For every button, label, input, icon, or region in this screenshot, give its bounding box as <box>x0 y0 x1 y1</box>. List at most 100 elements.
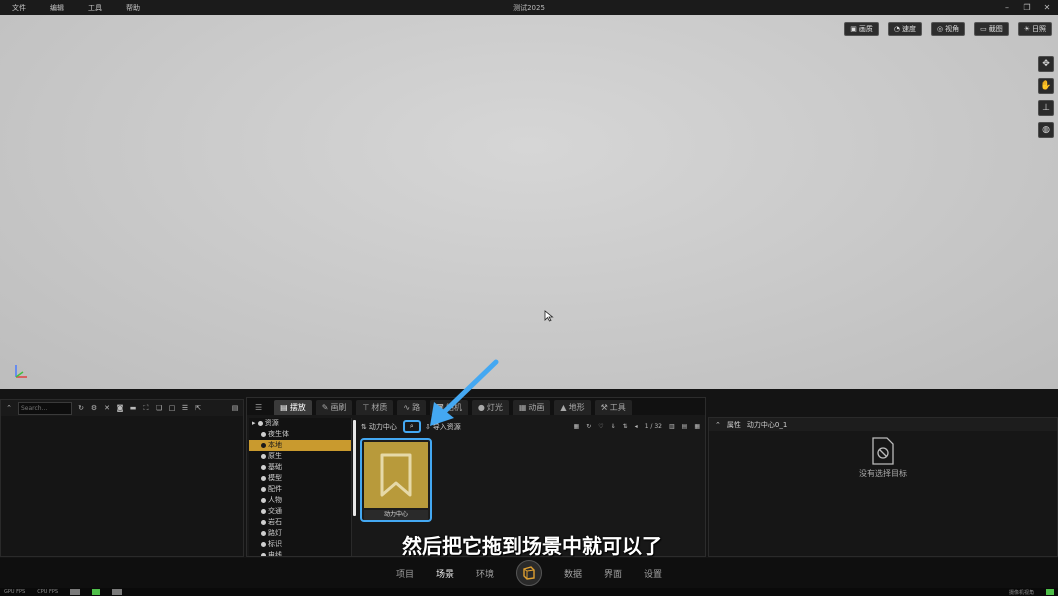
speed-button[interactable]: ◔ 速度 <box>887 22 922 36</box>
tree-item[interactable]: 岩石 <box>249 517 351 528</box>
scene-viewport[interactable]: ▣ 画质 ◔ 速度 ◎ 视角 ▭ 截图 ☀ 日照 ✥ ✋ ⊥ ◍ <box>0 15 1058 389</box>
export-icon[interactable]: ⇱ <box>194 404 202 412</box>
app-logo-button[interactable] <box>516 560 542 586</box>
view-list-icon[interactable]: ▤ <box>682 423 688 430</box>
asset-controls: ▦ ↻ ♡ ⇓ ⇅ ◂ 1 / 32 ▥ ▤ ▦ <box>574 423 704 430</box>
tab-light[interactable]: ● 灯光 <box>471 400 509 415</box>
folder-icon[interactable]: ▬ <box>129 404 137 412</box>
close-icon[interactable]: ✕ <box>103 404 111 412</box>
copy-icon[interactable]: ❏ <box>155 404 163 412</box>
list-icon[interactable]: ☰ <box>181 404 189 412</box>
tab-label: 相机 <box>445 403 462 412</box>
tab-terrain[interactable]: ▲ 地形 <box>554 400 591 415</box>
tab-label: 路 <box>412 403 421 412</box>
category-icon <box>261 508 266 514</box>
cube-logo-icon <box>523 566 535 580</box>
nav-scene[interactable]: 场景 <box>436 567 454 580</box>
axis-gizmo-icon <box>15 365 27 378</box>
tree-scrollbar[interactable] <box>353 420 356 516</box>
category-icon <box>261 431 266 437</box>
settings-icon[interactable]: ⚙ <box>90 404 98 412</box>
outliner-search-input[interactable]: Search... <box>18 401 72 415</box>
tab-label: 材质 <box>371 403 388 412</box>
import-assets-button[interactable]: ⇩ 导入资源 <box>425 422 461 432</box>
nav-settings[interactable]: 设置 <box>644 567 662 580</box>
sort-icon[interactable]: ⇅ <box>623 423 628 430</box>
empty-state-text: 没有选择目标 <box>859 469 907 478</box>
category-icon <box>261 530 266 536</box>
tree-item[interactable]: 路灯 <box>249 528 351 539</box>
tree-item[interactable]: 原生 <box>249 451 351 462</box>
road-icon: ∿ <box>403 403 411 412</box>
tree-item[interactable]: 配件 <box>249 484 351 495</box>
screenshot-button[interactable]: ▭ 截图 <box>974 22 1009 36</box>
nav-interface[interactable]: 界面 <box>604 567 622 580</box>
camera-icon[interactable]: ◙ <box>116 404 124 412</box>
tree-item[interactable]: 基础 <box>249 462 351 473</box>
minimize-icon[interactable]: – <box>1002 3 1012 12</box>
asset-card[interactable]: 动力中心 <box>360 438 432 522</box>
tab-animation[interactable]: ▦ 动画 <box>512 400 551 415</box>
tree-item-label: 夜生体 <box>268 430 289 438</box>
tab-placement[interactable]: ▤ 摆放 <box>274 400 312 415</box>
panel-menu-icon[interactable]: ▤ <box>231 404 239 412</box>
tab-tools[interactable]: ⚒ 工具 <box>594 400 632 415</box>
asset-breadcrumb[interactable]: ⇅ 动力中心 <box>359 422 397 432</box>
tree-item[interactable]: 模型 <box>249 473 351 484</box>
view-button[interactable]: ◎ 视角 <box>930 22 966 36</box>
menu-file[interactable]: 文件 <box>0 3 38 13</box>
tree-item-label: 电线 <box>268 551 282 556</box>
status-bar: GPU FPS CPU FPS 摄像机视角 <box>0 588 1058 596</box>
tree-item[interactable]: 交通 <box>249 506 351 517</box>
nav-environment[interactable]: 环境 <box>476 567 494 580</box>
axis-icon[interactable]: ⊥ <box>1038 100 1054 116</box>
move-icon[interactable]: ✥ <box>1038 56 1054 72</box>
import-label: 导入资源 <box>432 422 461 431</box>
menu-help[interactable]: 帮助 <box>114 3 152 13</box>
view-detail-icon[interactable]: ▦ <box>694 423 700 430</box>
expand-icon[interactable]: ⛶ <box>142 404 150 413</box>
nav-data[interactable]: 数据 <box>564 567 582 580</box>
restore-icon[interactable]: ❐ <box>1022 3 1032 12</box>
asset-search-button[interactable]: ⌕ <box>402 420 421 433</box>
tree-item[interactable]: 人物 <box>249 495 351 506</box>
grid-icon[interactable]: ▦ <box>574 423 580 430</box>
tree-item[interactable]: 电线 <box>249 550 351 556</box>
tab-material[interactable]: ⊤ 材质 <box>356 400 394 415</box>
globe-icon[interactable]: ◍ <box>1038 122 1054 138</box>
search-icon: ⌕ <box>409 422 414 430</box>
refresh-icon[interactable]: ↻ <box>77 404 85 412</box>
light-icon: ● <box>477 403 485 412</box>
tree-item-label: 岩石 <box>268 518 282 526</box>
menu-tools[interactable]: 工具 <box>76 3 114 13</box>
tree-item[interactable]: 标识 <box>249 539 351 550</box>
tab-brush[interactable]: ✎ 画刷 <box>315 400 353 415</box>
view-grid-icon[interactable]: ▥ <box>669 423 675 430</box>
bottom-nav: 项目 场景 环境 数据 界面 设置 <box>0 558 1058 588</box>
tab-road[interactable]: ∿ 路 <box>397 400 427 415</box>
category-icon <box>261 519 266 525</box>
close-icon[interactable]: ✕ <box>1042 3 1052 12</box>
tree-item-selected[interactable]: 本地 <box>249 440 351 451</box>
screenshot-icon: ▭ <box>980 25 987 33</box>
menu-edit[interactable]: 编辑 <box>38 3 76 13</box>
square-icon[interactable]: □ <box>168 404 176 412</box>
prev-page-icon[interactable]: ◂ <box>635 423 638 430</box>
orbit-icon[interactable]: ✋ <box>1038 78 1054 94</box>
material-icon: ⊤ <box>362 403 370 412</box>
tab-menu-icon[interactable]: ☰ <box>255 400 270 415</box>
heart-icon[interactable]: ♡ <box>598 423 603 430</box>
nav-project[interactable]: 项目 <box>396 567 414 580</box>
tree-root[interactable]: ▸ 资源 <box>249 418 351 429</box>
tree-item[interactable]: 夜生体 <box>249 429 351 440</box>
collapse-icon[interactable]: ⌃ <box>715 421 721 429</box>
quality-button[interactable]: ▣ 画质 <box>844 22 879 36</box>
sort-down-icon[interactable]: ⇓ <box>611 423 616 430</box>
status-meter <box>70 589 81 595</box>
asset-path-label: 动力中心 <box>368 422 397 431</box>
tab-camera[interactable]: ◙ 相机 <box>430 400 468 415</box>
sunlight-button[interactable]: ☀ 日照 <box>1017 22 1052 36</box>
collapse-icon[interactable]: ⌃ <box>5 404 13 412</box>
refresh-icon[interactable]: ↻ <box>586 423 591 430</box>
sun-icon: ☀ <box>1023 25 1030 33</box>
